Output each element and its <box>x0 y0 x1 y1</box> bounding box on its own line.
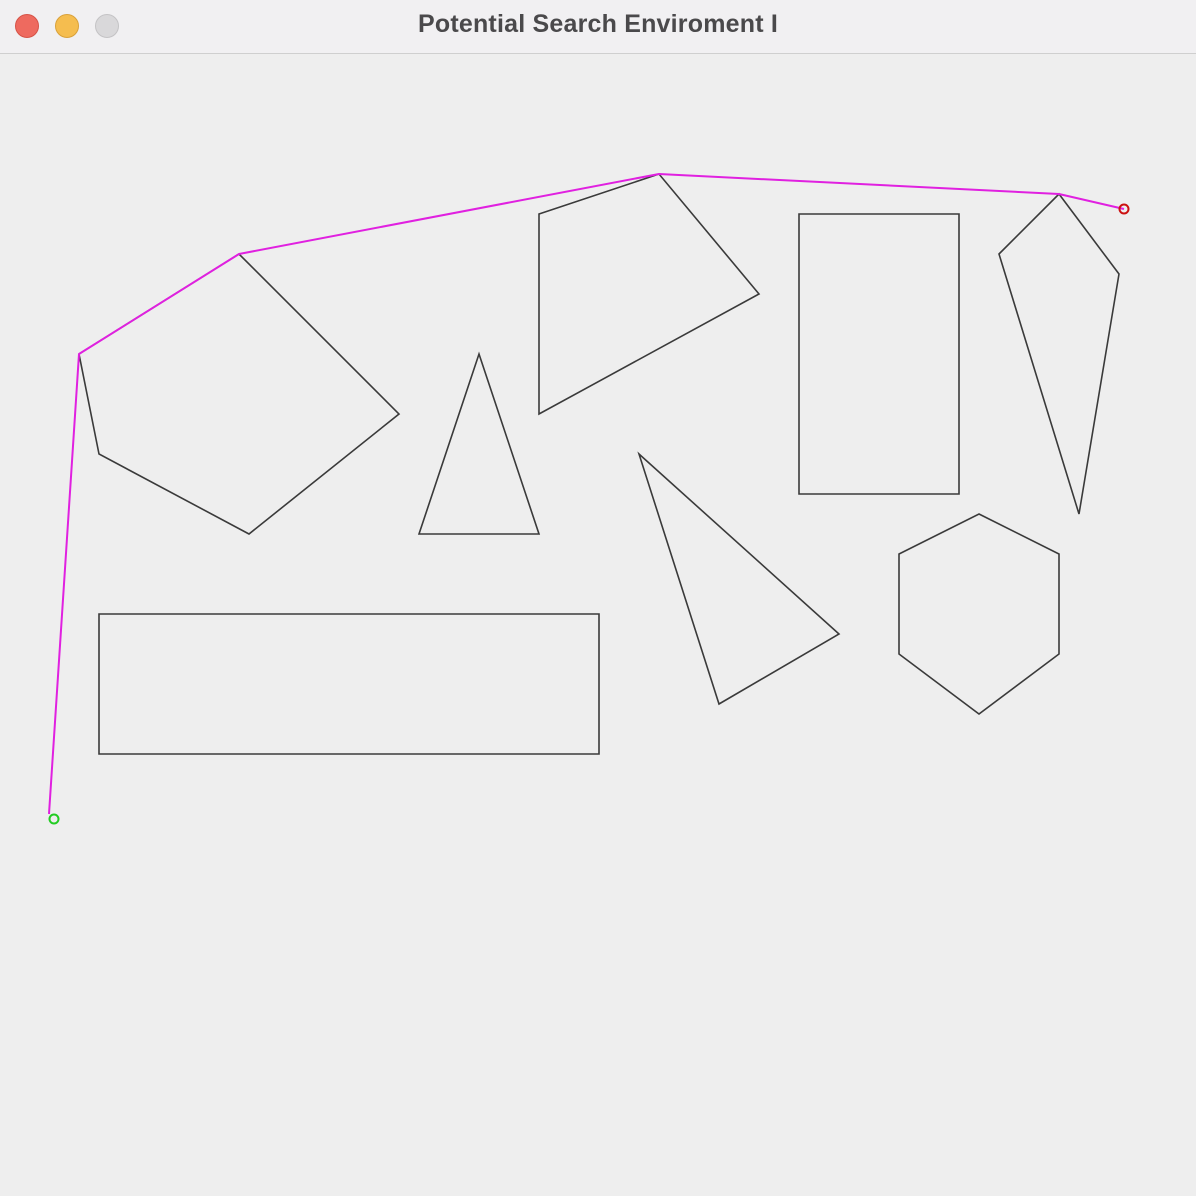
search-canvas[interactable] <box>0 55 1196 1196</box>
obstacles-layer <box>78 173 1120 755</box>
obstacle-rectangle-tall <box>798 213 960 495</box>
obstacle-kite <box>998 192 1120 515</box>
obstacle-triangle-small <box>417 351 541 535</box>
obstacle-triangle-large <box>637 451 841 706</box>
path-layer <box>48 173 1125 815</box>
obstacle-pentagon <box>78 252 401 535</box>
environment-scene <box>48 173 1130 825</box>
app-window: Potential Search Enviroment I <box>0 0 1196 1196</box>
obstacle-rectangle-wide <box>98 613 600 755</box>
solution-path <box>48 173 1125 815</box>
window-title: Potential Search Enviroment I <box>417 10 779 38</box>
start-marker <box>48 813 60 825</box>
obstacle-hexagon <box>898 513 1060 715</box>
obstacle-quadrilateral <box>538 173 761 416</box>
title-bar[interactable]: Potential Search Enviroment I <box>0 0 1196 54</box>
